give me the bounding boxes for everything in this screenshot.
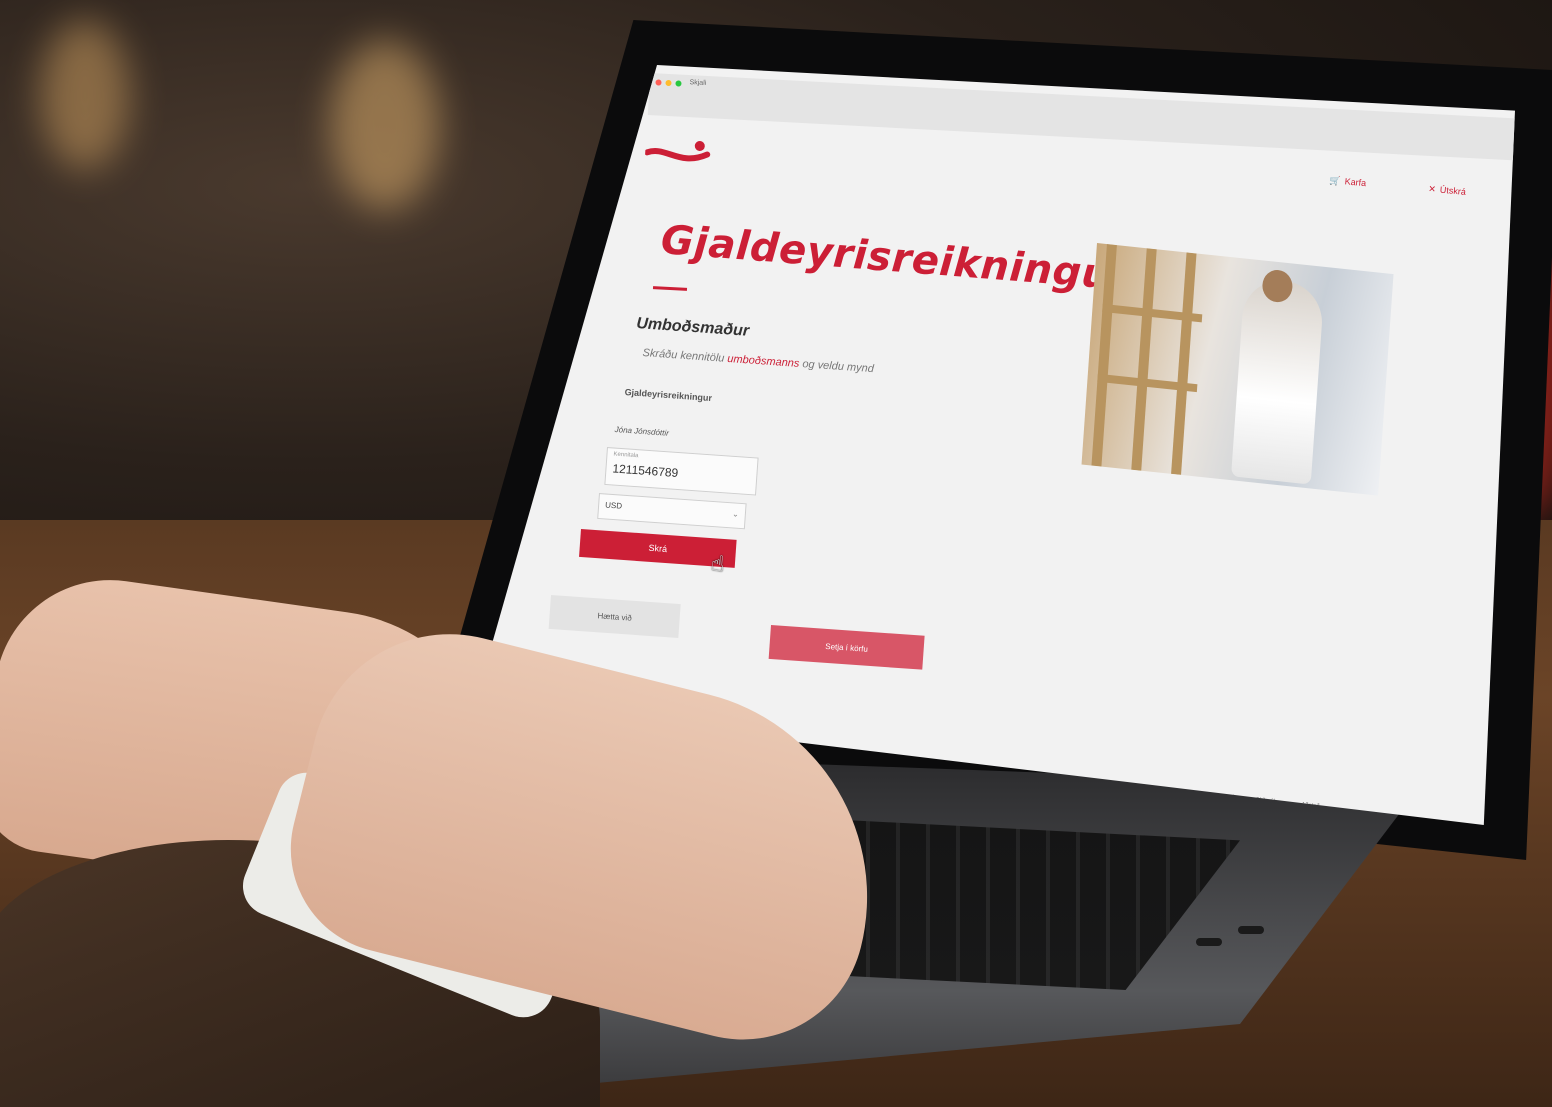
background-light bbox=[40, 20, 130, 170]
section-heading: Umboðsmaður bbox=[635, 315, 750, 340]
header-links: 🛒 Karfa ✕ Útskrá bbox=[1329, 175, 1515, 203]
currency-select-value: USD bbox=[604, 500, 623, 511]
logout-link[interactable]: ✕ Útskrá bbox=[1428, 184, 1496, 200]
cart-icon: 🛒 bbox=[1329, 175, 1342, 186]
instruction-text: Skráðu kennitölu umboðsmanns og veldu my… bbox=[642, 347, 875, 376]
account-holder-name: Jóna Jónsdóttir bbox=[614, 425, 670, 438]
ssn-input-value[interactable]: 1211546789 bbox=[612, 461, 679, 480]
currency-select[interactable]: USD ⌄ bbox=[597, 493, 747, 530]
cancel-button[interactable]: Hætta við bbox=[548, 595, 681, 638]
hand-cursor-icon: ☝ bbox=[710, 550, 726, 577]
instruction-link[interactable]: umboðsmanns bbox=[727, 353, 800, 370]
ssn-input[interactable]: Kennitala 1211546789 bbox=[604, 447, 759, 496]
canvas-frame bbox=[1091, 244, 1117, 467]
artist-figure bbox=[1231, 276, 1325, 485]
account-type-label: Gjaldeyrisreikningur bbox=[624, 387, 713, 404]
photo-scene: Skjali 🛒 Karfa ✕ Útskrá Gjaldeyrisreikning… bbox=[0, 0, 1552, 1107]
close-icon: ✕ bbox=[1428, 183, 1437, 195]
hero-image-artist bbox=[1081, 243, 1394, 496]
canvas-frame bbox=[1171, 252, 1197, 475]
ssn-input-label: Kennitala bbox=[613, 451, 639, 460]
chevron-down-icon: ⌄ bbox=[731, 509, 740, 519]
canvas-frame bbox=[1131, 248, 1157, 471]
page-title: Gjaldeyrisreikningur bbox=[659, 217, 1133, 300]
usb-port bbox=[1238, 926, 1264, 934]
cart-link[interactable]: 🛒 Karfa bbox=[1329, 175, 1396, 191]
background-light bbox=[330, 40, 440, 210]
arion-swoosh-logo[interactable] bbox=[644, 134, 727, 179]
title-underline bbox=[652, 286, 688, 291]
usb-port bbox=[1196, 938, 1222, 946]
add-to-cart-button[interactable]: Setja í körfu bbox=[768, 625, 925, 670]
